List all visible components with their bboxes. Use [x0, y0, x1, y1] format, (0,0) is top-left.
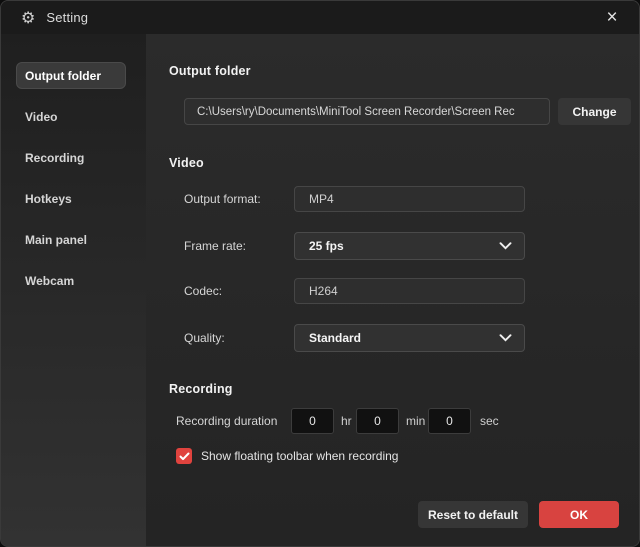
close-icon[interactable]: ×	[599, 5, 625, 31]
sidebar-item-video[interactable]: Video	[16, 103, 126, 130]
quality-value: Standard	[309, 331, 361, 345]
gear-icon: ⚙	[21, 10, 35, 26]
seconds-unit-label: sec	[480, 408, 499, 434]
codec-label: Codec:	[184, 278, 222, 304]
settings-content: Output folder Change Video Output format…	[146, 34, 639, 546]
change-folder-button[interactable]: Change	[558, 98, 631, 125]
sidebar-item-hotkeys[interactable]: Hotkeys	[16, 185, 126, 212]
output-folder-heading: Output folder	[169, 64, 251, 78]
body: Output folder Video Recording Hotkeys Ma…	[1, 34, 639, 546]
duration-hours-input[interactable]	[291, 408, 334, 434]
sidebar-item-output-folder[interactable]: Output folder	[16, 62, 126, 89]
frame-rate-value: 25 fps	[309, 239, 344, 253]
quality-dropdown[interactable]: Standard	[294, 324, 525, 352]
floating-toolbar-checkbox-label: Show floating toolbar when recording	[201, 448, 398, 464]
duration-minutes-input[interactable]	[356, 408, 399, 434]
reset-to-default-button[interactable]: Reset to default	[418, 501, 528, 528]
sidebar-item-main-panel[interactable]: Main panel	[16, 226, 126, 253]
frame-rate-dropdown[interactable]: 25 fps	[294, 232, 525, 260]
video-heading: Video	[169, 156, 204, 170]
recording-duration-label: Recording duration	[176, 408, 277, 434]
output-format-label: Output format:	[184, 186, 261, 212]
ok-button[interactable]: OK	[539, 501, 619, 528]
codec-field[interactable]	[294, 278, 525, 304]
chevron-down-icon	[499, 242, 512, 250]
sidebar: Output folder Video Recording Hotkeys Ma…	[1, 34, 146, 546]
duration-seconds-input[interactable]	[428, 408, 471, 434]
window-title: Setting	[46, 10, 88, 25]
sidebar-item-webcam[interactable]: Webcam	[16, 267, 126, 294]
minutes-unit-label: min	[406, 408, 425, 434]
frame-rate-label: Frame rate:	[184, 232, 246, 260]
output-format-field[interactable]	[294, 186, 525, 212]
floating-toolbar-checkbox[interactable]	[176, 448, 192, 464]
output-path-input[interactable]	[184, 98, 550, 125]
titlebar: ⚙ Setting ×	[1, 1, 639, 34]
checkmark-icon	[179, 452, 190, 461]
recording-heading: Recording	[169, 382, 233, 396]
sidebar-item-recording[interactable]: Recording	[16, 144, 126, 171]
hours-unit-label: hr	[341, 408, 352, 434]
settings-window: ⚙ Setting × Output folder Video Recordin…	[0, 0, 640, 547]
chevron-down-icon	[499, 334, 512, 342]
quality-label: Quality:	[184, 324, 225, 352]
